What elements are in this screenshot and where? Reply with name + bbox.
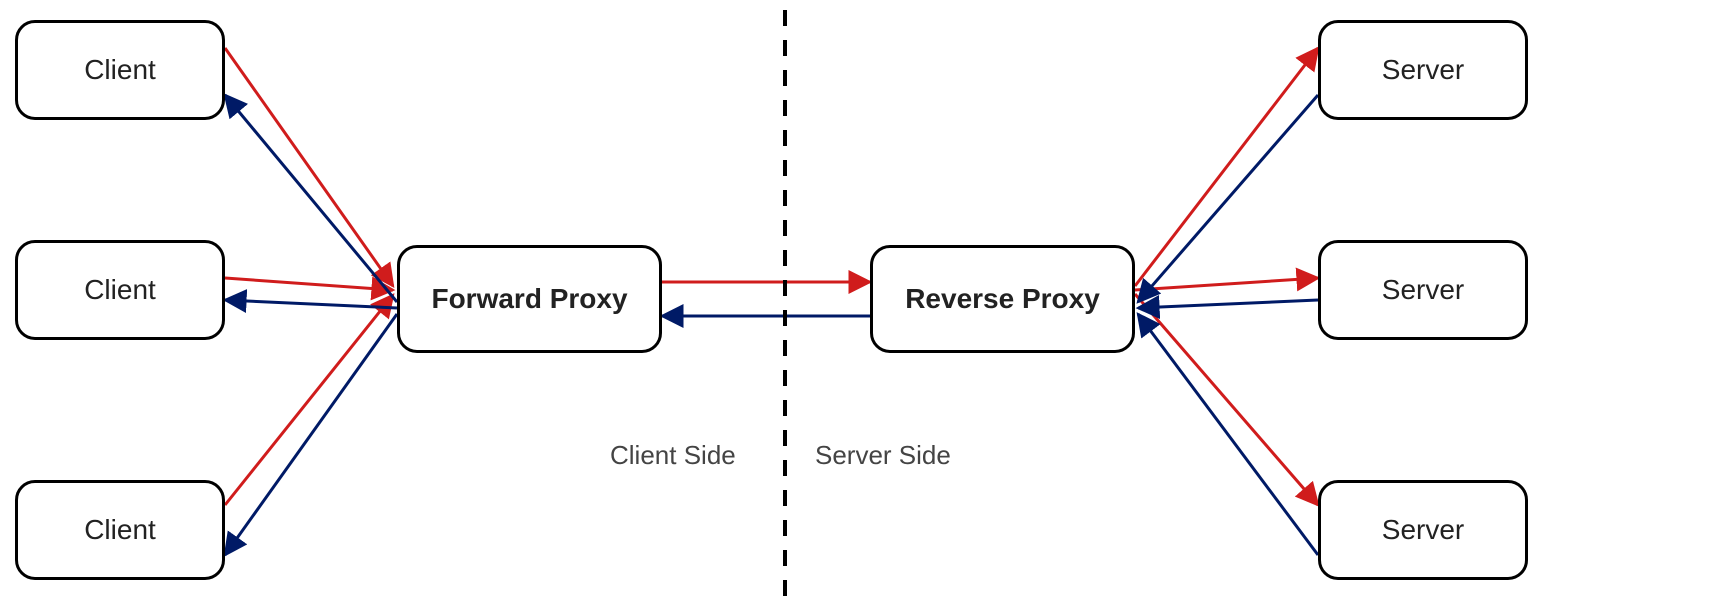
client-label: Client: [84, 274, 156, 306]
server-side-label: Server Side: [815, 440, 951, 471]
proxy-diagram: Client Client Client Forward Proxy Rever…: [0, 0, 1734, 610]
reverse-proxy-node: Reverse Proxy: [870, 245, 1135, 353]
server-label: Server: [1382, 54, 1464, 86]
client-node-1: Client: [15, 20, 225, 120]
server-label: Server: [1382, 274, 1464, 306]
client-node-2: Client: [15, 240, 225, 340]
reverse-proxy-label: Reverse Proxy: [905, 283, 1100, 315]
forward-proxy-label: Forward Proxy: [431, 283, 627, 315]
forward-proxy-node: Forward Proxy: [397, 245, 662, 353]
server-label: Server: [1382, 514, 1464, 546]
server-node-1: Server: [1318, 20, 1528, 120]
server-node-3: Server: [1318, 480, 1528, 580]
client-label: Client: [84, 54, 156, 86]
client-node-3: Client: [15, 480, 225, 580]
client-label: Client: [84, 514, 156, 546]
server-node-2: Server: [1318, 240, 1528, 340]
client-side-label: Client Side: [610, 440, 736, 471]
